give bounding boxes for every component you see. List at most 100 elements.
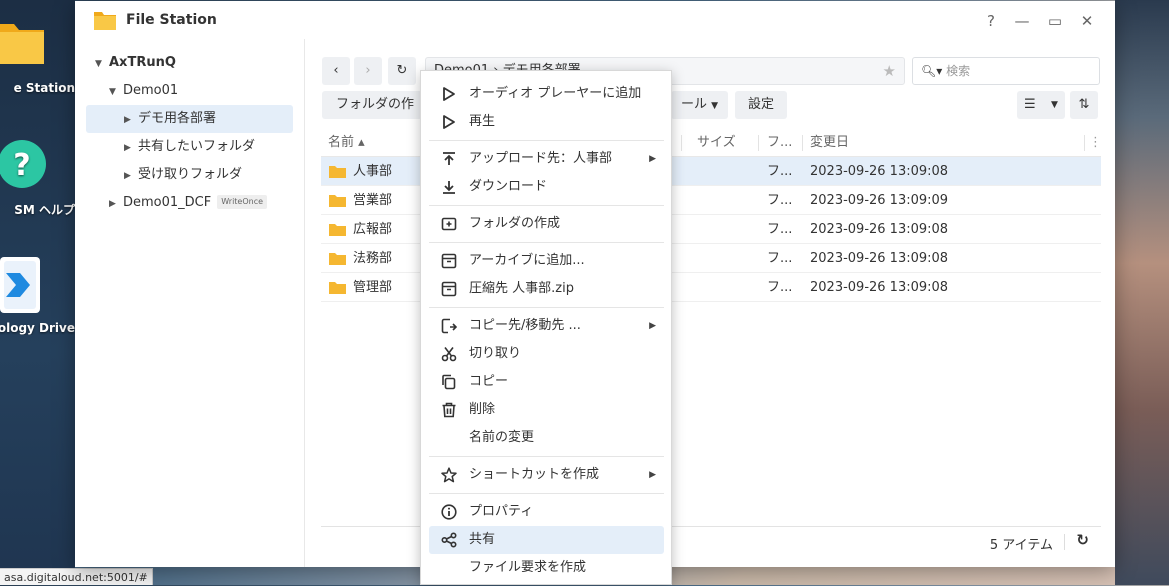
forward-button[interactable]: › (354, 57, 382, 85)
menu-item-create-folder[interactable]: フォルダの作成 (429, 210, 664, 238)
caret-right-icon: ▶ (124, 143, 131, 153)
refresh-icon[interactable]: ↻ (1076, 531, 1089, 549)
star-icon[interactable]: ★ (883, 58, 896, 84)
column-size[interactable]: サイズ (697, 129, 736, 157)
context-menu: オーディオ プレーヤーに追加 再生 アップロード先：人事部 ▶ ダウンロード フ… (420, 70, 672, 585)
chevron-left-icon: ‹ (333, 63, 339, 78)
row-modified: 2023-09-26 13:09:08 (810, 251, 949, 266)
column-type[interactable]: フ... (767, 129, 792, 157)
menu-label: 名前の変更 (469, 430, 535, 445)
caret-right-icon: ▶ (124, 115, 131, 125)
row-name: 管理部 (353, 280, 393, 295)
archive-icon (441, 281, 457, 297)
menu-item-add-to-audio-player[interactable]: オーディオ プレーヤーに追加 (429, 80, 664, 108)
menu-item-properties[interactable]: プロパティ (429, 498, 664, 526)
trash-icon (442, 402, 456, 418)
row-modified: 2023-09-26 13:09:08 (810, 164, 949, 179)
menu-item-play[interactable]: 再生 (429, 108, 664, 136)
row-type: フ... (767, 164, 793, 179)
folder-tree: ▼ AxTRunQ ▼ Demo01 ▶ デモ用各部署 ▶ 共有したいフォルダ ▶ 受け取… (75, 39, 305, 567)
maximize-button[interactable]: ▭ (1045, 11, 1065, 31)
menu-item-copy[interactable]: コピー (429, 368, 664, 396)
status-url: asa.digitaloud.net:5001/# (0, 568, 153, 585)
item-count: 5 アイテム (989, 538, 1053, 553)
tree-item-shared[interactable]: ▶ 共有したいフォルダ (124, 133, 255, 161)
menu-item-compress-to-zip[interactable]: 圧縮先 人事部.zip (429, 275, 664, 303)
folder-icon (329, 224, 346, 236)
help-button[interactable]: ? (981, 11, 1001, 31)
settings-button[interactable]: 設定 (735, 91, 787, 119)
row-name: 人事部 (353, 164, 393, 179)
copy-icon (442, 374, 456, 390)
row-name: 法務部 (353, 251, 393, 266)
tree-item-demo01[interactable]: ▼ Demo01 (109, 77, 178, 105)
menu-label: ファイル要求を作成 (469, 560, 587, 575)
menu-item-cut[interactable]: 切り取り (429, 340, 664, 368)
minimize-button[interactable]: — (1012, 11, 1032, 31)
chevron-right-icon: › (365, 63, 371, 78)
menu-label: コピー先/移動先 ... (469, 318, 581, 333)
folder-icon (329, 166, 346, 178)
download-icon (443, 181, 455, 194)
column-name[interactable]: 名前 ▴ (328, 129, 365, 157)
play-icon (443, 115, 455, 129)
desktop-right (1115, 0, 1169, 585)
scissors-icon (441, 347, 457, 362)
tree-item-receive[interactable]: ▶ 受け取りフォルダ (124, 161, 242, 189)
folder-icon (329, 282, 346, 294)
close-button[interactable]: ✕ (1077, 11, 1097, 31)
tree-item-demo01-dcf[interactable]: ▶ Demo01_DCF WriteOnce (109, 189, 268, 217)
caret-down-icon: ▼ (1051, 100, 1058, 110)
drive-app-icon (0, 257, 40, 313)
refresh-button[interactable]: ↻ (388, 57, 416, 85)
menu-item-rename[interactable]: 名前の変更 (429, 424, 664, 452)
menu-label: 削除 (469, 402, 496, 417)
window-title: File Station (126, 12, 217, 28)
search-input[interactable]: 🔍︎▾ 検索 (912, 57, 1100, 85)
menu-item-add-to-archive[interactable]: アーカイブに追加... (429, 247, 664, 275)
share-icon (441, 532, 457, 548)
menu-item-upload-to[interactable]: アップロード先：人事部 ▶ (429, 145, 664, 173)
create-folder-button[interactable]: フォルダの作成 (322, 91, 422, 119)
search-placeholder: 検索 (946, 64, 971, 78)
view-mode-button[interactable]: ☰ ▼ (1017, 91, 1065, 119)
column-modified[interactable]: 変更日 (810, 129, 849, 157)
menu-item-delete[interactable]: 削除 (429, 396, 664, 424)
row-type: フ... (767, 280, 793, 295)
menu-label: 再生 (469, 114, 496, 129)
star-icon (441, 467, 457, 483)
sort-button[interactable]: ⇅ (1070, 91, 1098, 119)
submenu-arrow-icon: ▶ (649, 321, 656, 331)
tree-item-demo-depts[interactable]: ▶ デモ用各部署 (86, 105, 293, 133)
menu-label: 切り取り (469, 346, 522, 361)
row-modified: 2023-09-26 13:09:09 (810, 193, 949, 208)
folder-icon (329, 195, 346, 207)
settings-label: 設定 (747, 97, 774, 112)
menu-item-share[interactable]: 共有 (429, 526, 664, 554)
menu-item-download[interactable]: ダウンロード (429, 173, 664, 201)
sort-icon: ⇅ (1078, 97, 1090, 112)
add-folder-icon (441, 217, 457, 231)
tree-label: 受け取りフォルダ (138, 167, 243, 182)
menu-item-create-shortcut[interactable]: ショートカットを作成 ▶ (429, 461, 664, 489)
row-type: フ... (767, 251, 793, 266)
menu-label: コピー (469, 374, 509, 389)
row-modified: 2023-09-26 13:09:08 (810, 280, 949, 295)
menu-item-copy-move-to[interactable]: コピー先/移動先 ... ▶ (429, 312, 664, 340)
menu-label: フォルダの作成 (469, 216, 561, 231)
submenu-arrow-icon: ▶ (649, 154, 656, 164)
tree-root[interactable]: ▼ AxTRunQ (95, 49, 176, 77)
tools-button[interactable]: ール ▼ (671, 91, 728, 119)
back-button[interactable]: ‹ (322, 57, 350, 85)
play-icon (443, 87, 455, 101)
column-options-icon[interactable]: ⋮ (1089, 129, 1102, 157)
row-type: フ... (767, 222, 793, 237)
tree-label: 共有したいフォルダ (138, 139, 256, 154)
menu-label: アップロード先：人事部 (469, 151, 613, 166)
submenu-arrow-icon: ▶ (649, 470, 656, 480)
caret-down-icon: ▼ (95, 59, 102, 69)
menu-item-create-file-request[interactable]: ファイル要求を作成 (429, 554, 664, 582)
desktop-icon-label: SM ヘルプ (14, 203, 75, 217)
search-icon: 🔍︎▾ (921, 64, 943, 78)
menu-label: オーディオ プレーヤーに追加 (469, 86, 642, 101)
